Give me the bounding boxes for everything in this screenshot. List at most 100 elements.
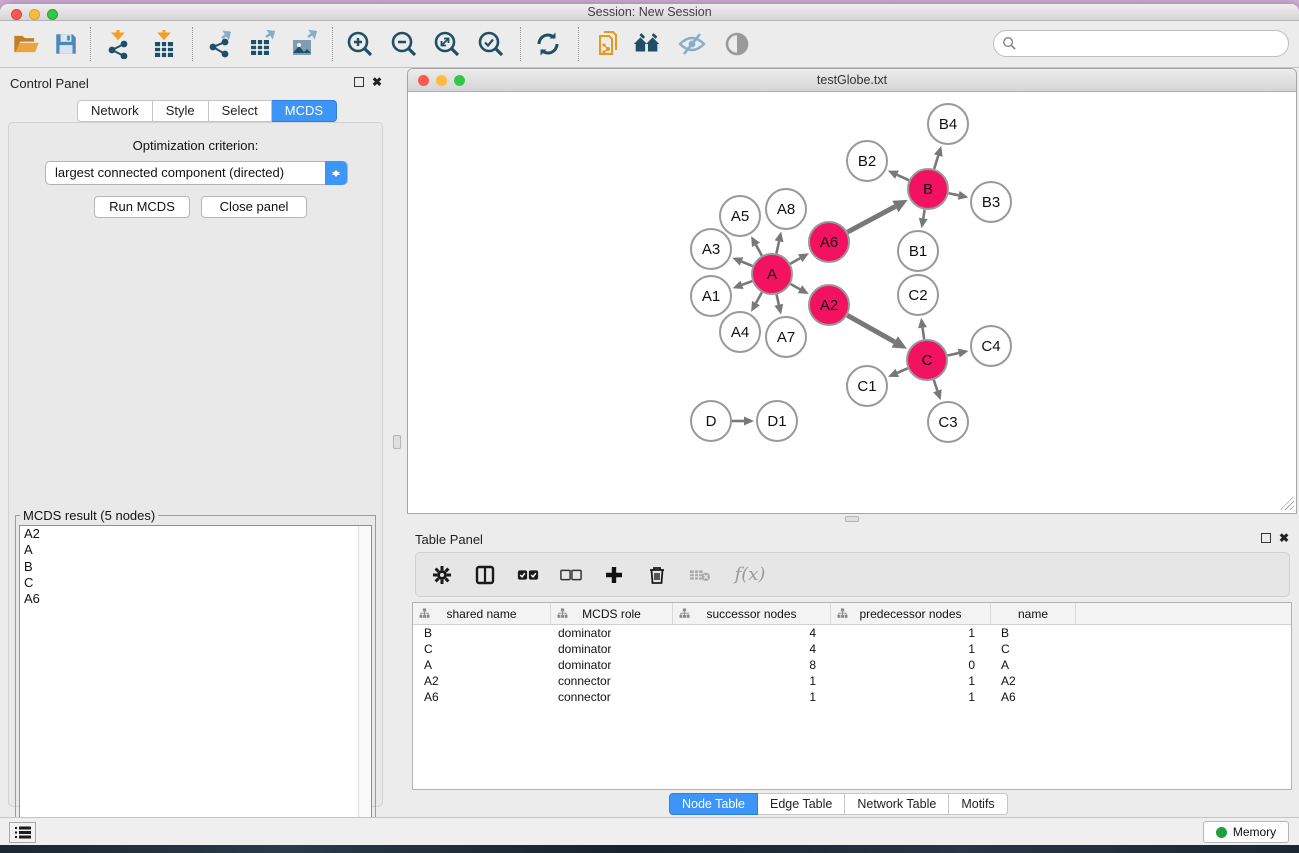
- hide-graphics-details-icon[interactable]: [676, 28, 708, 60]
- network-graph-canvas[interactable]: B4B2BB3A8A5A6A3B1AA1C2A2A4A7C4CC1C3DD1: [408, 92, 1296, 514]
- app-title: Session: New Session: [587, 5, 711, 19]
- list-item[interactable]: A6: [20, 591, 371, 607]
- graph-node-label: B: [923, 181, 933, 198]
- optimization-criterion-select[interactable]: largest connected component (directed): [45, 161, 348, 185]
- settings-gear-icon[interactable]: [431, 564, 453, 586]
- splitter-grip[interactable]: [845, 516, 859, 522]
- column-header[interactable]: shared name: [413, 603, 551, 624]
- tab-mcds[interactable]: MCDS: [272, 100, 337, 122]
- minimize-window-button[interactable]: [436, 75, 447, 86]
- show-column-icon[interactable]: [474, 564, 496, 586]
- result-scrollbar[interactable]: [358, 526, 371, 845]
- tab-edge-table[interactable]: Edge Table: [758, 793, 845, 815]
- close-panel-icon[interactable]: ✖: [1279, 531, 1289, 545]
- mcds-result-title: MCDS result (5 nodes): [20, 508, 158, 523]
- search-input[interactable]: [1017, 37, 1288, 51]
- show-all-networks-icon[interactable]: [631, 28, 663, 60]
- float-panel-icon[interactable]: [1261, 533, 1271, 543]
- graph-node-label: A2: [820, 297, 838, 314]
- mcds-result-group: MCDS result (5 nodes) A2 A B C A6: [15, 515, 376, 845]
- column-header[interactable]: successor nodes: [673, 603, 831, 624]
- tab-style[interactable]: Style: [153, 100, 209, 122]
- show-graphics-details-icon[interactable]: [721, 28, 753, 60]
- list-item[interactable]: A2: [20, 526, 371, 542]
- graph-node-label: A6: [820, 234, 838, 251]
- graph-edge-arrow: [775, 231, 784, 242]
- delete-column-icon[interactable]: [646, 564, 668, 586]
- list-item[interactable]: B: [20, 559, 371, 575]
- graph-edge: [776, 241, 779, 253]
- refresh-icon[interactable]: [532, 28, 564, 60]
- horizontal-splitter[interactable]: [405, 514, 1299, 524]
- search-field[interactable]: [993, 30, 1289, 57]
- table-row[interactable]: C dominator 4 1 C: [413, 641, 1291, 657]
- task-history-button[interactable]: [9, 822, 36, 843]
- close-window-button[interactable]: [418, 75, 429, 86]
- create-column-icon[interactable]: [603, 564, 625, 586]
- maximize-window-button[interactable]: [454, 75, 465, 86]
- graph-edge-arrow: [934, 146, 943, 157]
- export-image-icon[interactable]: [288, 28, 320, 60]
- graph-node-label: D: [706, 413, 717, 430]
- graph-node-label: A7: [777, 329, 795, 346]
- network-window-title: testGlobe.txt: [817, 73, 887, 87]
- close-panel-icon[interactable]: ✖: [372, 75, 382, 89]
- graph-edge-arrow: [919, 218, 928, 229]
- table-row[interactable]: B dominator 4 1 B: [413, 625, 1291, 641]
- toolbar-separator: [520, 27, 521, 61]
- list-item[interactable]: C: [20, 575, 371, 591]
- clone-network-icon[interactable]: [594, 28, 626, 60]
- app-titlebar: Session: New Session: [0, 4, 1299, 21]
- zoom-selected-icon[interactable]: [475, 28, 507, 60]
- zoom-fit-icon[interactable]: [431, 28, 463, 60]
- flatten-column-icon: [557, 608, 568, 619]
- tab-network-table[interactable]: Network Table: [845, 793, 949, 815]
- import-table-icon[interactable]: [148, 28, 180, 60]
- window-resize-grip[interactable]: [1281, 497, 1294, 510]
- graph-edge-arrow: [774, 304, 783, 315]
- close-panel-button[interactable]: Close panel: [201, 196, 307, 218]
- mcds-panel: Optimization criterion: largest connecte…: [8, 122, 383, 807]
- column-header[interactable]: predecessor nodes: [831, 603, 991, 624]
- function-builder-icon[interactable]: f(x): [732, 564, 768, 586]
- minimize-window-button[interactable]: [29, 9, 40, 20]
- graph-node-label: A8: [777, 201, 795, 218]
- maximize-window-button[interactable]: [47, 9, 58, 20]
- graph-edge: [897, 175, 909, 180]
- list-item[interactable]: A: [20, 542, 371, 558]
- toolbar-separator: [578, 27, 579, 61]
- graph-node-label: B3: [982, 194, 1000, 211]
- close-window-button[interactable]: [11, 9, 22, 20]
- table-row[interactable]: A6 connector 1 1 A6: [413, 689, 1291, 705]
- graph-edge: [790, 258, 800, 264]
- zoom-in-icon[interactable]: [344, 28, 376, 60]
- float-panel-icon[interactable]: [354, 77, 364, 87]
- select-all-icon[interactable]: [517, 564, 539, 586]
- column-header[interactable]: MCDS role: [551, 603, 673, 624]
- tab-select[interactable]: Select: [209, 100, 272, 122]
- run-mcds-button[interactable]: Run MCDS: [94, 196, 190, 218]
- save-session-icon[interactable]: [50, 28, 82, 60]
- tab-network[interactable]: Network: [77, 100, 153, 122]
- export-table-icon[interactable]: [246, 28, 278, 60]
- toolbar-separator: [192, 27, 193, 61]
- table-row[interactable]: A dominator 8 0 A: [413, 657, 1291, 673]
- graph-edge: [934, 380, 938, 391]
- import-network-icon[interactable]: [102, 28, 134, 60]
- unselect-all-icon[interactable]: [560, 564, 582, 586]
- memory-button[interactable]: Memory: [1203, 821, 1289, 843]
- export-network-icon[interactable]: [204, 28, 236, 60]
- network-window: testGlobe.txt B4B2BB3A8A5A6A3B1AA1C2A2A4…: [407, 68, 1297, 514]
- mcds-result-list[interactable]: A2 A B C A6: [19, 525, 372, 845]
- delete-table-icon[interactable]: [689, 564, 711, 586]
- zoom-out-icon[interactable]: [388, 28, 420, 60]
- table-row[interactable]: A2 connector 1 1 A2: [413, 673, 1291, 689]
- graph-edge: [756, 292, 762, 303]
- tab-motifs[interactable]: Motifs: [949, 793, 1007, 815]
- select-stepper-icon: [325, 161, 347, 185]
- splitter-grip[interactable]: [393, 435, 401, 449]
- vertical-splitter[interactable]: [390, 68, 405, 817]
- open-session-icon[interactable]: [10, 28, 42, 60]
- column-header[interactable]: name: [991, 603, 1076, 624]
- tab-node-table[interactable]: Node Table: [669, 793, 758, 815]
